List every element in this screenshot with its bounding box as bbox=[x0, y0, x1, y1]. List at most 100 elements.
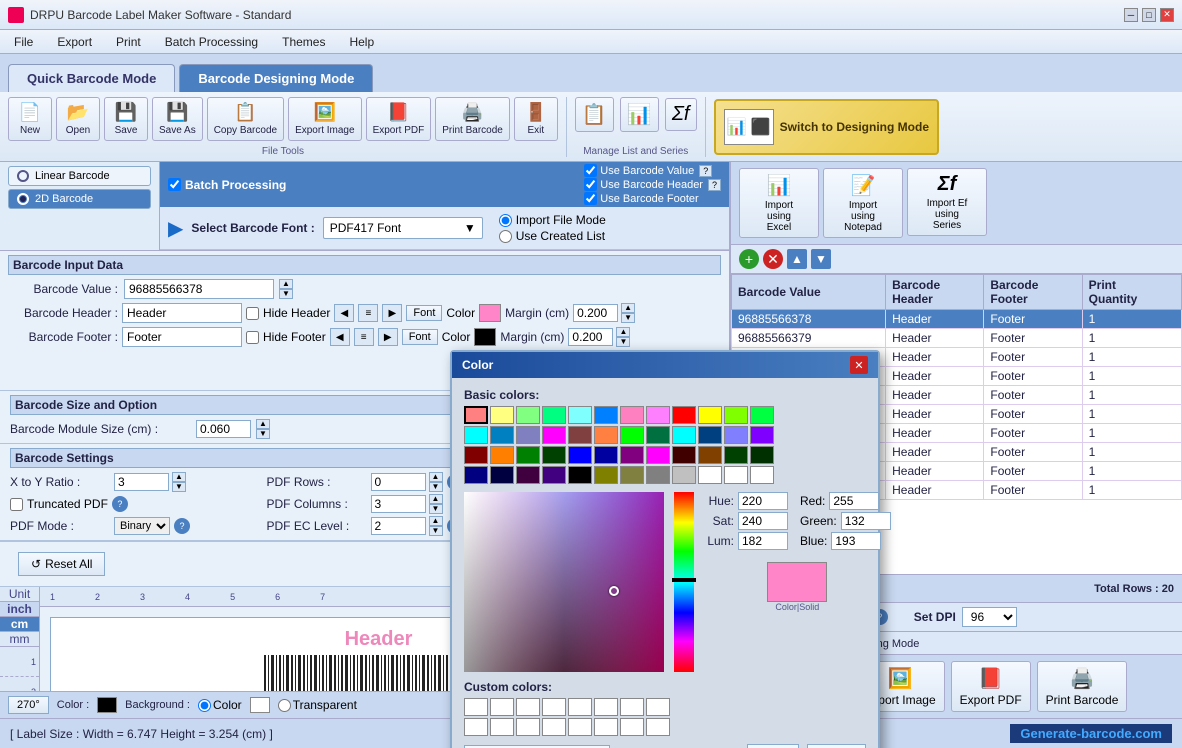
save-as-button[interactable]: 💾 Save As bbox=[152, 97, 203, 141]
basic-color-swatch[interactable] bbox=[698, 406, 722, 424]
color-field-swatch[interactable] bbox=[97, 697, 117, 713]
basic-color-swatch[interactable] bbox=[542, 446, 566, 464]
custom-color-swatch[interactable] bbox=[568, 698, 592, 716]
batch-processing-checkbox[interactable] bbox=[168, 178, 181, 191]
green-input[interactable] bbox=[841, 512, 891, 530]
print-barcode-button[interactable]: 🖨️ Print Barcode bbox=[435, 97, 510, 141]
footer-margin-spinner[interactable]: ▲ ▼ bbox=[616, 327, 630, 347]
use-barcode-header-check[interactable] bbox=[584, 178, 597, 191]
barcode-value-input[interactable] bbox=[124, 279, 274, 299]
basic-color-swatch[interactable] bbox=[490, 406, 514, 424]
color-picker-close-button[interactable]: ✕ bbox=[850, 356, 868, 374]
align-center-btn[interactable]: ≡ bbox=[358, 304, 378, 322]
basic-color-swatch[interactable] bbox=[672, 406, 696, 424]
basic-color-swatch[interactable] bbox=[750, 466, 774, 484]
basic-color-swatch[interactable] bbox=[672, 426, 696, 444]
basic-color-swatch[interactable] bbox=[750, 426, 774, 444]
basic-color-swatch[interactable] bbox=[646, 446, 670, 464]
custom-color-swatch[interactable] bbox=[594, 698, 618, 716]
tab-quick-barcode[interactable]: Quick Barcode Mode bbox=[8, 64, 175, 92]
basic-color-swatch[interactable] bbox=[568, 406, 592, 424]
color-radio[interactable] bbox=[198, 699, 211, 712]
spin-up[interactable]: ▲ bbox=[279, 279, 293, 289]
basic-color-swatch[interactable] bbox=[750, 406, 774, 424]
basic-color-swatch[interactable] bbox=[542, 406, 566, 424]
pdf-ec-input[interactable] bbox=[371, 517, 426, 535]
use-created-list-radio[interactable] bbox=[499, 230, 512, 243]
basic-color-swatch[interactable] bbox=[698, 426, 722, 444]
align-right-btn[interactable]: ▶ bbox=[382, 304, 402, 322]
basic-color-swatch[interactable] bbox=[568, 426, 592, 444]
export-pdf-button[interactable]: 📕 Export PDF bbox=[366, 97, 432, 141]
pdf-columns-spinner[interactable]: ▲ ▼ bbox=[429, 494, 443, 514]
linear-barcode-type[interactable]: Linear Barcode bbox=[8, 166, 151, 186]
barcode-value-spinner[interactable]: ▲ ▼ bbox=[279, 279, 293, 299]
save-button[interactable]: 💾 Save bbox=[104, 97, 148, 141]
2d-radio[interactable] bbox=[17, 193, 29, 205]
basic-color-swatch[interactable] bbox=[464, 466, 488, 484]
basic-color-swatch[interactable] bbox=[698, 466, 722, 484]
module-size-spinner[interactable]: ▲ ▼ bbox=[256, 419, 270, 439]
bg-color-swatch[interactable] bbox=[250, 697, 270, 713]
basic-color-swatch[interactable] bbox=[594, 426, 618, 444]
basic-color-swatch[interactable] bbox=[542, 426, 566, 444]
pdf-columns-input[interactable] bbox=[371, 495, 426, 513]
basic-color-swatch[interactable] bbox=[542, 466, 566, 484]
custom-color-swatch[interactable] bbox=[464, 718, 488, 736]
align-left-btn[interactable]: ◀ bbox=[334, 304, 354, 322]
manage-formula-button[interactable]: Σf bbox=[665, 98, 697, 131]
menu-themes[interactable]: Themes bbox=[272, 33, 335, 51]
switch-designing-mode-button[interactable]: 📊 ⬛ Switch to Designing Mode bbox=[714, 99, 939, 155]
basic-color-swatch[interactable] bbox=[516, 466, 540, 484]
basic-color-swatch[interactable] bbox=[516, 426, 540, 444]
custom-color-swatch[interactable] bbox=[490, 718, 514, 736]
barcode-footer-input[interactable] bbox=[122, 327, 242, 347]
table-row[interactable]: 96885566379 Header Footer 1 bbox=[732, 329, 1182, 348]
basic-color-swatch[interactable] bbox=[516, 406, 540, 424]
manage-chart-button[interactable]: 📊 bbox=[620, 97, 659, 132]
menu-batch[interactable]: Batch Processing bbox=[155, 33, 268, 51]
basic-color-swatch[interactable] bbox=[672, 446, 696, 464]
basic-color-swatch[interactable] bbox=[646, 466, 670, 484]
pdf-rows-spinner[interactable]: ▲ ▼ bbox=[429, 472, 443, 492]
truncated-checkbox[interactable] bbox=[10, 498, 23, 511]
basic-color-swatch[interactable] bbox=[568, 466, 592, 484]
custom-color-swatch[interactable] bbox=[646, 718, 670, 736]
import-excel-button[interactable]: 📊 ImportusingExcel bbox=[739, 168, 819, 238]
reset-all-button[interactable]: ↺ Reset All bbox=[18, 552, 105, 576]
menu-print[interactable]: Print bbox=[106, 33, 151, 51]
linear-radio[interactable] bbox=[17, 170, 29, 182]
header-font-button[interactable]: Font bbox=[406, 305, 442, 321]
custom-color-swatch[interactable] bbox=[646, 698, 670, 716]
2d-barcode-type[interactable]: 2D Barcode bbox=[8, 189, 151, 209]
rotation-button[interactable]: 270° bbox=[8, 696, 49, 714]
red-input[interactable] bbox=[829, 492, 879, 510]
module-size-input[interactable] bbox=[196, 420, 251, 438]
export-image-button[interactable]: 🖼️ Export Image bbox=[288, 97, 361, 141]
font-dropdown[interactable]: PDF417 Font ▼ bbox=[323, 217, 483, 239]
basic-color-swatch[interactable] bbox=[490, 466, 514, 484]
basic-color-swatch[interactable] bbox=[646, 406, 670, 424]
x-ratio-input[interactable] bbox=[114, 473, 169, 491]
pdf-mode-info-button[interactable]: ? bbox=[174, 518, 190, 534]
basic-color-swatch[interactable] bbox=[724, 406, 748, 424]
export-pdf-right-button[interactable]: 📕 Export PDF bbox=[951, 661, 1031, 712]
basic-color-swatch[interactable] bbox=[516, 446, 540, 464]
custom-color-swatch[interactable] bbox=[542, 718, 566, 736]
tab-barcode-designing[interactable]: Barcode Designing Mode bbox=[179, 64, 373, 92]
custom-color-swatch[interactable] bbox=[464, 698, 488, 716]
custom-color-swatch[interactable] bbox=[568, 718, 592, 736]
basic-color-swatch[interactable] bbox=[568, 446, 592, 464]
basic-color-swatch[interactable] bbox=[490, 426, 514, 444]
barcode-header-input[interactable] bbox=[122, 303, 242, 323]
delete-row-button[interactable]: ✕ bbox=[763, 249, 783, 269]
basic-color-swatch[interactable] bbox=[724, 446, 748, 464]
basic-color-swatch[interactable] bbox=[464, 406, 488, 424]
color-spectrum[interactable] bbox=[464, 492, 664, 672]
basic-color-swatch[interactable] bbox=[724, 466, 748, 484]
use-barcode-footer-check[interactable] bbox=[584, 192, 597, 205]
import-file-mode-radio[interactable] bbox=[499, 214, 512, 227]
custom-color-swatch[interactable] bbox=[490, 698, 514, 716]
manage-list-button[interactable]: 📋 bbox=[575, 97, 614, 132]
basic-color-swatch[interactable] bbox=[594, 406, 618, 424]
